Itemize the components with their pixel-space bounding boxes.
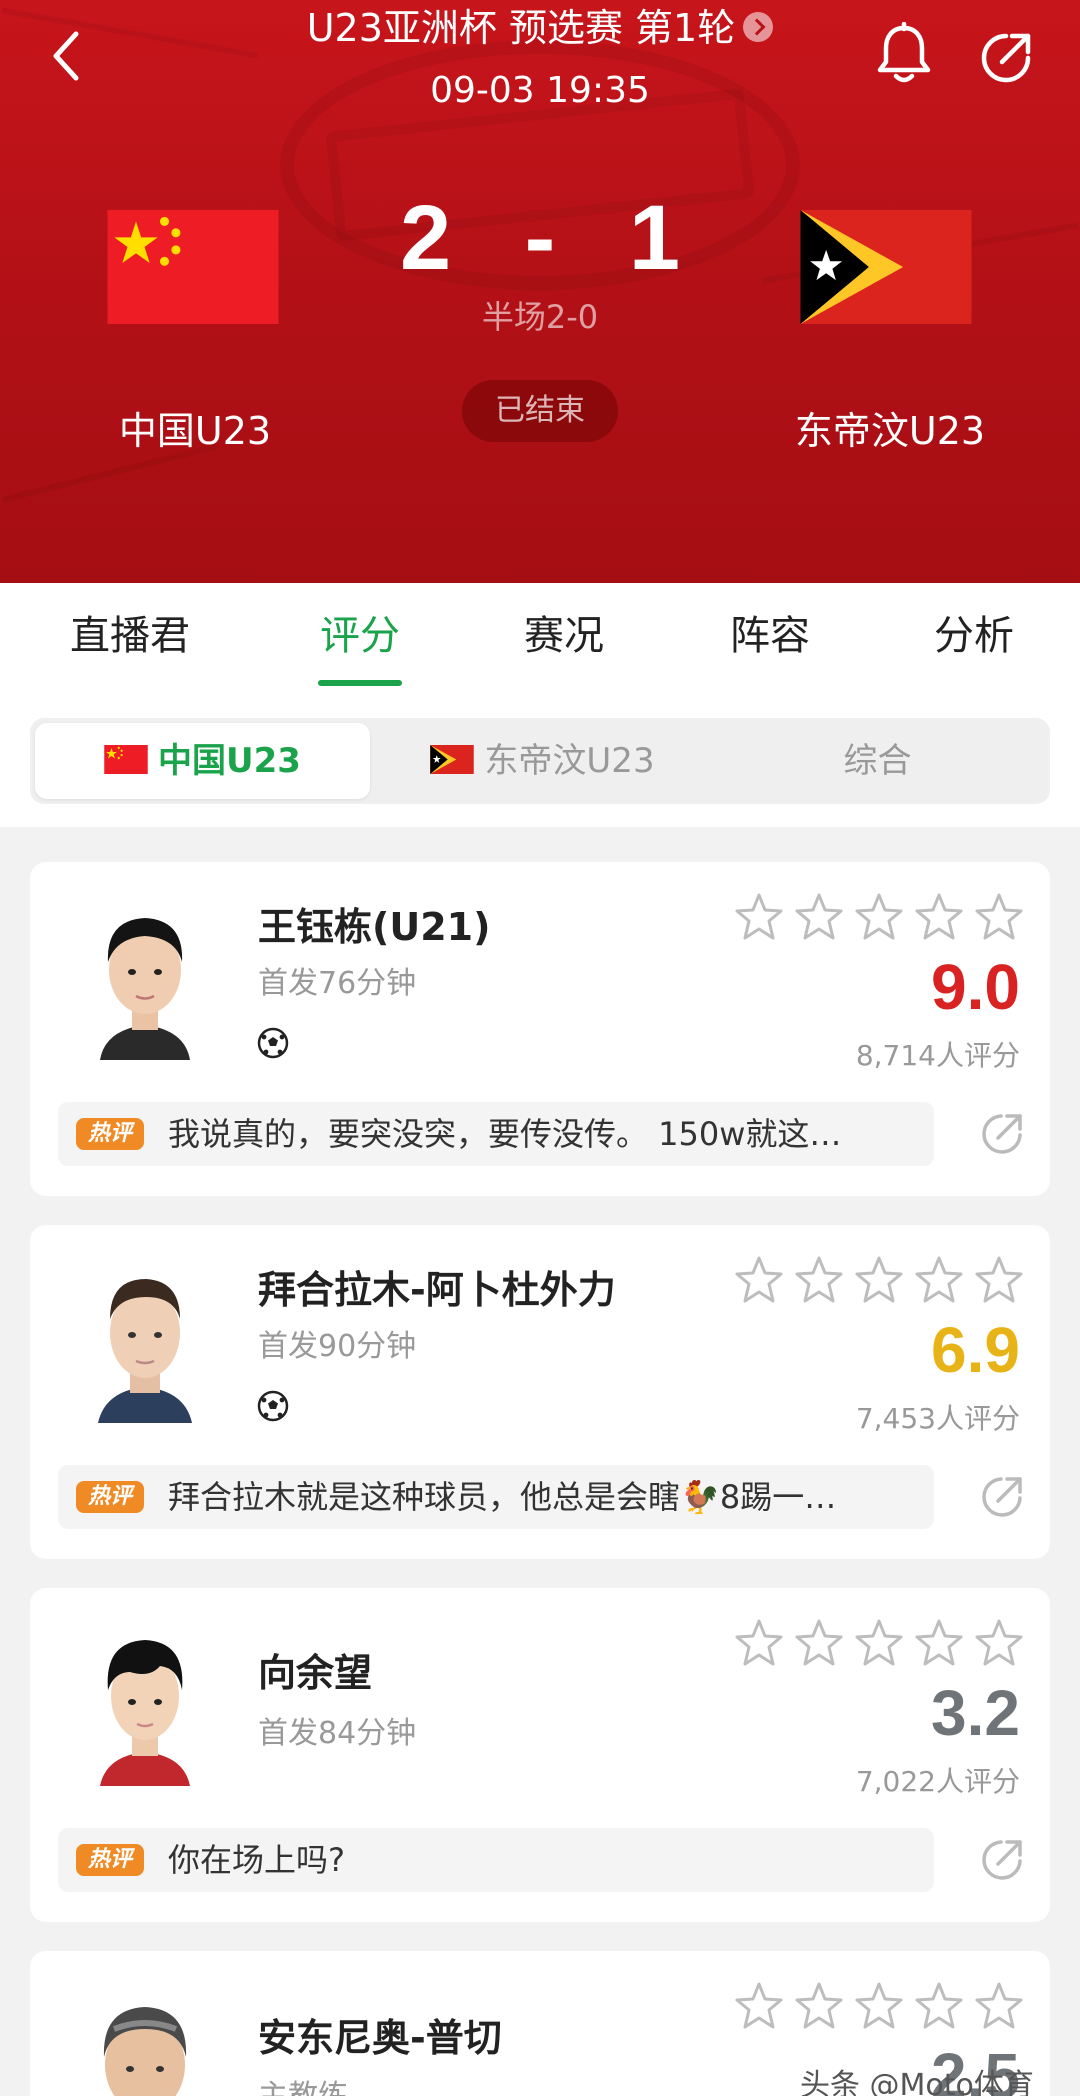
hot-comment-badge: 热评: [76, 1481, 144, 1513]
star-outline-icon[interactable]: [734, 1618, 784, 1668]
star-outline-icon[interactable]: [854, 1618, 904, 1668]
score-separator: -: [524, 186, 556, 289]
segment-away-team[interactable]: 东帝汶U23: [375, 723, 710, 799]
china-flag-icon: [107, 210, 279, 324]
hot-comment[interactable]: 热评 我说真的，要突没突，要传没传。 150w就这…: [58, 1102, 934, 1166]
star-outline-icon[interactable]: [914, 1255, 964, 1305]
share-icon[interactable]: [978, 1473, 1026, 1521]
star-outline-icon[interactable]: [914, 1981, 964, 2031]
hot-comment-badge: 热评: [76, 1118, 144, 1150]
home-score: 2: [400, 186, 452, 289]
star-outline-icon[interactable]: [974, 1255, 1024, 1305]
coach-name: 安东尼奥-普切: [258, 2016, 502, 2060]
player-name: 向余望: [258, 1651, 373, 1695]
star-outline-icon[interactable]: [794, 892, 844, 942]
player-avatar: [80, 1616, 210, 1786]
star-rating-input[interactable]: [730, 1618, 1023, 1668]
scoreboard: 2 - 1: [400, 178, 680, 298]
star-outline-icon[interactable]: [794, 1255, 844, 1305]
player-minutes: 首发90分钟: [258, 1329, 417, 1364]
chevron-right-icon: [743, 11, 774, 42]
timor-leste-flag-icon: [430, 745, 475, 774]
bell-icon[interactable]: [874, 22, 934, 86]
star-rating-input[interactable]: [730, 892, 1023, 942]
star-outline-icon[interactable]: [974, 1981, 1024, 2031]
tab-lineup[interactable]: 阵容: [680, 583, 860, 693]
star-outline-icon[interactable]: [974, 892, 1024, 942]
player-name: 拜合拉木-阿卜杜外力: [258, 1268, 616, 1312]
star-outline-icon[interactable]: [734, 1981, 784, 2031]
tab-ratings[interactable]: 评分: [270, 583, 450, 693]
hot-comment-text: 拜合拉木就是这种球员，他总是会瞎🐓8踢一…: [168, 1478, 837, 1516]
star-outline-icon[interactable]: [734, 1255, 784, 1305]
star-outline-icon[interactable]: [734, 892, 784, 942]
star-outline-icon[interactable]: [794, 1981, 844, 2031]
player-avatar: [80, 1253, 210, 1423]
player-rating: 6.9: [931, 1314, 1020, 1386]
player-avatar: [80, 890, 210, 1060]
coach-avatar: [80, 1979, 210, 2096]
hot-comment-text: 我说真的，要突没突，要传没传。 150w就这…: [168, 1115, 842, 1153]
hot-comment-text: 你在场上吗?: [168, 1841, 345, 1879]
home-team-name[interactable]: 中国U23: [80, 400, 310, 455]
star-outline-icon[interactable]: [854, 1981, 904, 2031]
star-outline-icon[interactable]: [914, 892, 964, 942]
star-outline-icon[interactable]: [914, 1618, 964, 1668]
hot-comment[interactable]: 热评 你在场上吗?: [58, 1828, 934, 1892]
player-card[interactable]: 向余望 首发84分钟 3.2 7,022人评分 热评 你在场上吗?: [30, 1588, 1050, 1922]
active-tab-indicator: [318, 680, 402, 686]
timor-leste-flag-icon: [800, 210, 972, 324]
player-rating: 3.2: [931, 1677, 1020, 1749]
segment-overall[interactable]: 综合: [710, 723, 1045, 799]
hot-comment-badge: 热评: [76, 1844, 144, 1876]
player-card[interactable]: 王钰栋(U21) 首发76分钟 9.0 8,714人评分 热评 我说真的，要突没…: [30, 862, 1050, 1196]
star-outline-icon[interactable]: [794, 1618, 844, 1668]
star-rating-input[interactable]: [730, 1981, 1023, 2031]
rating-count: 8,714人评分: [855, 1039, 1020, 1072]
star-outline-icon[interactable]: [854, 1255, 904, 1305]
star-outline-icon[interactable]: [974, 1618, 1024, 1668]
player-rating: 9.0: [931, 951, 1020, 1023]
away-team-name[interactable]: 东帝汶U23: [770, 400, 1010, 455]
segment-home-label: 中国U23: [158, 741, 301, 781]
goal-ball-icon: [257, 1390, 289, 1422]
rating-count: 7,022人评分: [855, 1765, 1020, 1798]
segment-home-team[interactable]: 中国U23: [35, 723, 370, 799]
player-minutes: 首发76分钟: [258, 966, 417, 1001]
match-title-text: U23亚洲杯 预选赛 第1轮: [306, 6, 736, 50]
player-minutes: 首发84分钟: [258, 1716, 417, 1751]
match-status-badge: 已结束: [462, 380, 618, 442]
tab-bar: 直播君 评分 赛况 阵容 分析: [0, 583, 1080, 693]
share-icon[interactable]: [978, 1836, 1026, 1884]
player-card[interactable]: 拜合拉木-阿卜杜外力 首发90分钟 6.9 7,453人评分 热评 拜合拉木就是…: [30, 1225, 1050, 1559]
goal-ball-icon: [257, 1027, 289, 1059]
star-outline-icon[interactable]: [854, 892, 904, 942]
tab-analysis[interactable]: 分析: [884, 583, 1064, 693]
china-flag-icon: [104, 745, 148, 774]
away-score: 1: [628, 186, 680, 289]
coach-role: 主教练: [258, 2071, 348, 2096]
match-header: U23亚洲杯 预选赛 第1轮 09-03 19:35 2 - 1 半场2-0 中…: [0, 0, 1080, 583]
star-rating-input[interactable]: [730, 1255, 1023, 1305]
rating-count: 7,453人评分: [855, 1402, 1020, 1435]
share-icon[interactable]: [978, 1110, 1026, 1158]
segment-away-label: 东帝汶U23: [484, 741, 655, 781]
share-icon[interactable]: [978, 28, 1036, 86]
tab-match-status[interactable]: 赛况: [474, 583, 654, 693]
halftime-score: 半场2-0: [481, 298, 599, 336]
tab-live[interactable]: 直播君: [40, 583, 220, 693]
source-watermark: 头条 @Moto体育: [800, 2068, 1034, 2096]
player-name: 王钰栋(U21): [258, 905, 491, 949]
hot-comment[interactable]: 热评 拜合拉木就是这种球员，他总是会瞎🐓8踢一…: [58, 1465, 934, 1529]
